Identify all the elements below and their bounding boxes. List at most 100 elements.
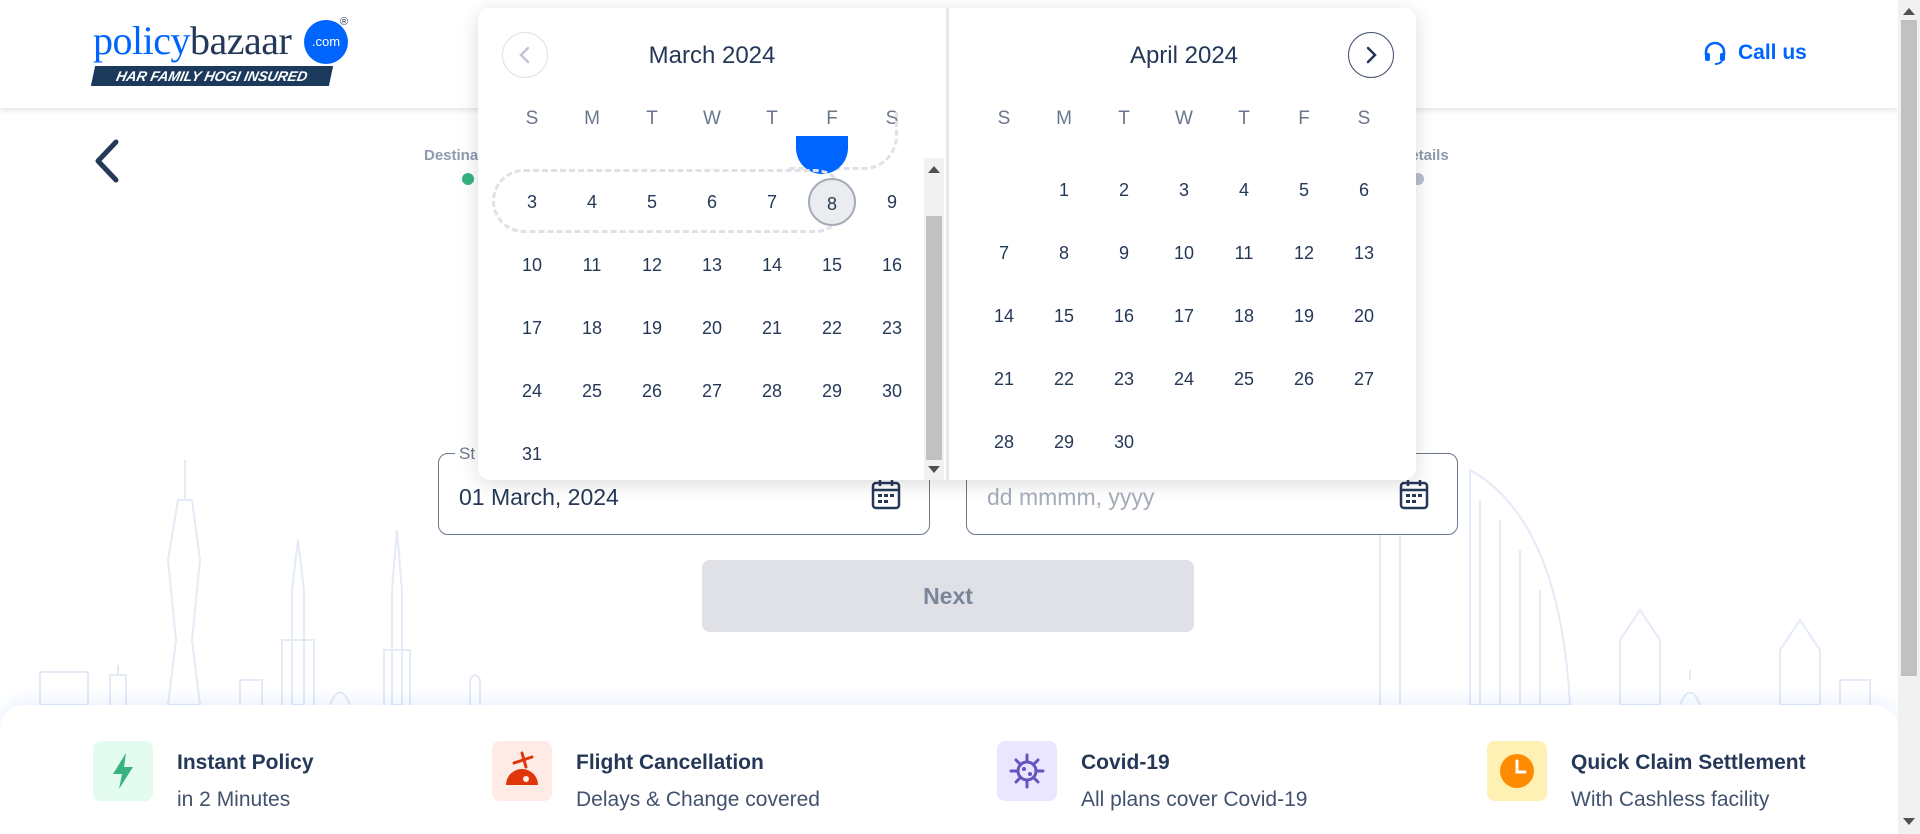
- feature-title: Quick Claim Settlement: [1571, 751, 1806, 774]
- month-title: April 2024: [1129, 42, 1239, 69]
- day-cell[interactable]: 9: [868, 178, 916, 226]
- day-cell[interactable]: 20: [1340, 292, 1388, 340]
- day-cell[interactable]: 27: [1340, 355, 1388, 403]
- day-cell[interactable]: 27: [688, 367, 736, 415]
- day-cell[interactable]: 24: [1160, 355, 1208, 403]
- day-cell[interactable]: 4: [1220, 166, 1268, 214]
- day-cell[interactable]: 13: [688, 241, 736, 289]
- day-cell[interactable]: 2: [1100, 166, 1148, 214]
- day-cell[interactable]: 23: [1100, 355, 1148, 403]
- day-cell[interactable]: 16: [868, 241, 916, 289]
- day-cell[interactable]: 10: [508, 241, 556, 289]
- next-button[interactable]: Next: [702, 560, 1194, 632]
- day-cell[interactable]: 20: [688, 304, 736, 352]
- day-cell[interactable]: 6: [688, 178, 736, 226]
- step-destination-dot: [462, 173, 474, 185]
- day-cell[interactable]: 15: [1040, 292, 1088, 340]
- weekday-label: F: [1298, 108, 1310, 129]
- day-cell[interactable]: 19: [628, 304, 676, 352]
- day-cell[interactable]: 26: [628, 367, 676, 415]
- day-cell[interactable]: 25: [568, 367, 616, 415]
- day-cell[interactable]: 11: [568, 241, 616, 289]
- day-cell[interactable]: 26: [1280, 355, 1328, 403]
- clock-icon: [1487, 741, 1547, 801]
- day-cell[interactable]: 15: [808, 241, 856, 289]
- day-cell[interactable]: 14: [748, 241, 796, 289]
- scroll-up-arrow[interactable]: [928, 166, 940, 173]
- next-month-button[interactable]: [1348, 32, 1394, 78]
- day-cell[interactable]: 29: [808, 367, 856, 415]
- calendar-icon[interactable]: [871, 478, 901, 510]
- calendar-scrollbar[interactable]: [924, 158, 944, 480]
- day-cell[interactable]: 19: [1280, 292, 1328, 340]
- weekday-label: W: [1175, 108, 1193, 129]
- day-cell[interactable]: 5: [628, 178, 676, 226]
- day-cell[interactable]: 10: [1160, 229, 1208, 277]
- day-cell[interactable]: 8: [1040, 229, 1088, 277]
- end-date-placeholder: dd mmmm, yyyy: [987, 484, 1155, 510]
- day-cell[interactable]: 21: [748, 304, 796, 352]
- weekday-label: S: [997, 108, 1011, 129]
- scroll-up-arrow[interactable]: [1903, 8, 1915, 15]
- weekday-label: W: [703, 108, 721, 129]
- call-us-link[interactable]: Call us: [1702, 38, 1807, 68]
- logo-tagline: HAR FAMILY HOGI INSURED: [90, 66, 334, 86]
- weekday-label: S: [1357, 108, 1371, 129]
- day-cell[interactable]: 7: [748, 178, 796, 226]
- day-cell[interactable]: 12: [628, 241, 676, 289]
- start-date-value: 01 March, 2024: [459, 484, 619, 510]
- feature-title: Instant Policy: [177, 751, 314, 774]
- day-cell[interactable]: 13: [1340, 229, 1388, 277]
- day-cell[interactable]: 23: [868, 304, 916, 352]
- day-cell[interactable]: 7: [980, 229, 1028, 277]
- day-cell[interactable]: 30: [868, 367, 916, 415]
- scroll-down-arrow[interactable]: [1903, 818, 1915, 825]
- day-cell[interactable]: 3: [1160, 166, 1208, 214]
- scroll-thumb[interactable]: [926, 216, 942, 460]
- day-cell[interactable]: 17: [1160, 292, 1208, 340]
- calendar-month-march: March 2024 SMTWTFS 3 4 5 6 7 8 9 10 11 12 13 14 15 16…: [478, 8, 946, 480]
- day-cell[interactable]: 24: [508, 367, 556, 415]
- day-cell[interactable]: 5: [1280, 166, 1328, 214]
- feature-title: Covid-19: [1081, 751, 1170, 774]
- feature-subtitle: Delays & Change covered: [576, 788, 820, 811]
- day-cell[interactable]: 29: [1040, 418, 1088, 466]
- logo-wordmark: policybazaar: [93, 18, 292, 63]
- day-cell[interactable]: 18: [1220, 292, 1268, 340]
- features-bar: Instant Policy in 2 Minutes Flight Cance…: [0, 705, 1898, 834]
- day-cell[interactable]: 17: [508, 304, 556, 352]
- day-cell[interactable]: 9: [1100, 229, 1148, 277]
- weekday-label: M: [1056, 108, 1072, 129]
- day-cell[interactable]: 31: [508, 430, 556, 478]
- day-cell[interactable]: 12: [1280, 229, 1328, 277]
- day-cell[interactable]: 14: [980, 292, 1028, 340]
- day-cell[interactable]: 4: [568, 178, 616, 226]
- back-button[interactable]: [88, 136, 128, 186]
- calendar-icon[interactable]: [1399, 478, 1429, 510]
- day-cell[interactable]: 1: [1040, 166, 1088, 214]
- chevron-left-icon: [95, 139, 119, 183]
- scroll-thumb[interactable]: [1901, 20, 1917, 676]
- weekday-label: T: [646, 108, 658, 129]
- day-cell[interactable]: 25: [1220, 355, 1268, 403]
- day-cell-selected[interactable]: 8: [808, 178, 856, 226]
- date-picker-popover: March 2024 SMTWTFS 3 4 5 6 7 8 9 10 11 12 13 14 15 16…: [478, 8, 1416, 480]
- day-cell[interactable]: 22: [808, 304, 856, 352]
- day-cell[interactable]: 16: [1100, 292, 1148, 340]
- month-title: March 2024: [648, 42, 776, 69]
- start-date-label: St: [455, 444, 480, 464]
- policybazaar-logo[interactable]: policybazaar .com ® HAR FAMILY HOGI INSU…: [90, 16, 353, 90]
- day-cell[interactable]: 28: [980, 418, 1028, 466]
- scroll-down-arrow[interactable]: [928, 466, 940, 473]
- day-cell[interactable]: 22: [1040, 355, 1088, 403]
- day-cell[interactable]: 3: [508, 178, 556, 226]
- day-cell[interactable]: 28: [748, 367, 796, 415]
- chevron-right-icon: [1366, 46, 1377, 64]
- day-cell[interactable]: 21: [980, 355, 1028, 403]
- day-cell[interactable]: 6: [1340, 166, 1388, 214]
- day-cell[interactable]: 30: [1100, 418, 1148, 466]
- day-cell[interactable]: 18: [568, 304, 616, 352]
- page-scrollbar[interactable]: [1898, 0, 1920, 834]
- day-cell[interactable]: 11: [1220, 229, 1268, 277]
- calendar-month-april: April 2024 SMTWTFS 1 2 3 4 5 6 7 8 9 10 11 12 13 14 15…: [950, 8, 1416, 480]
